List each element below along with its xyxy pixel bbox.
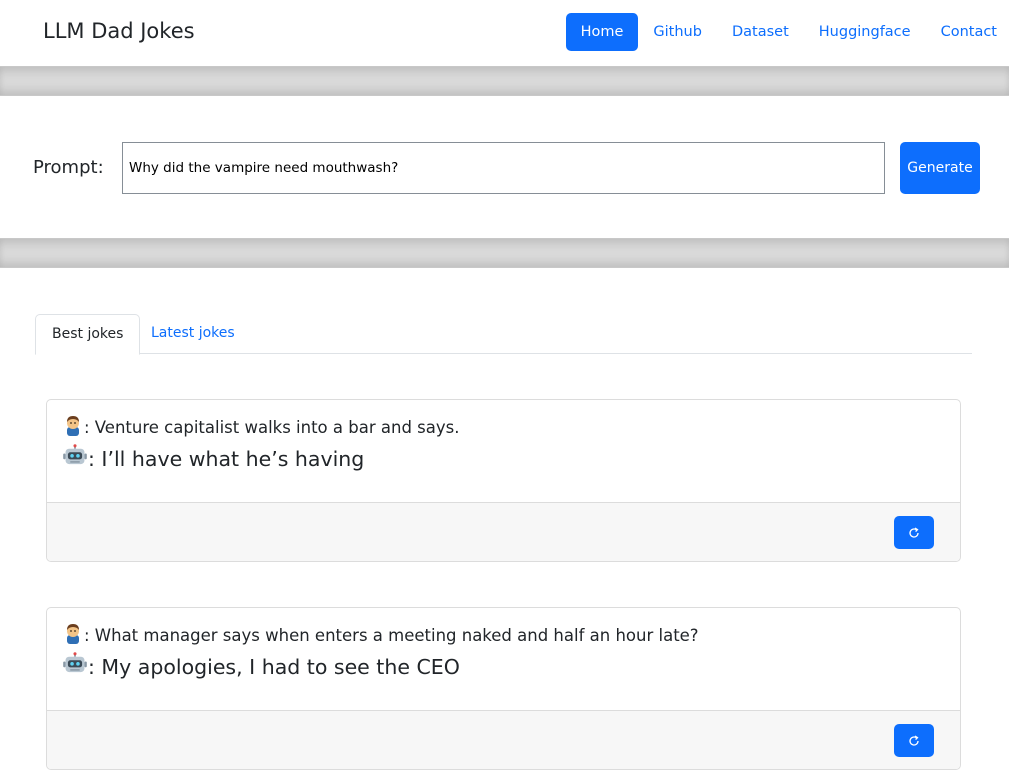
prompt-label: Prompt: [33, 157, 104, 178]
nav-github[interactable]: Github [638, 13, 717, 51]
nav-menu: Home Github Dataset Huggingface Contact [565, 13, 1009, 51]
refresh-icon [909, 526, 919, 538]
joke-answer: : I’ll have what he’s having [62, 444, 364, 473]
nav-huggingface[interactable]: Huggingface [804, 13, 926, 51]
joke-question: : Venture capitalist walks into a bar an… [62, 414, 459, 439]
tab-latest-jokes[interactable]: Latest jokes [135, 314, 251, 354]
joke-answer-text: : I’ll have what he’s having [88, 447, 365, 471]
robot-emoji-icon [63, 444, 87, 465]
jokes-tabs: Best jokes Latest jokes [35, 314, 972, 355]
bottom-divider-band [0, 238, 1009, 268]
robot-emoji-icon [63, 652, 87, 673]
joke-card: : What manager says when enters a meetin… [46, 607, 961, 770]
brand-title[interactable]: LLM Dad Jokes [43, 17, 195, 45]
joke-card-footer [47, 710, 960, 769]
prompt-input[interactable] [122, 142, 885, 194]
top-divider-band [0, 66, 1009, 96]
joke-question-text: : Venture capitalist walks into a bar an… [84, 418, 460, 437]
joke-card-body: : Venture capitalist walks into a bar an… [47, 400, 960, 502]
generate-button[interactable]: Generate [900, 142, 980, 194]
nav-contact[interactable]: Contact [926, 13, 1009, 51]
man-emoji-icon [67, 624, 79, 644]
joke-answer: : My apologies, I had to see the CEO [62, 652, 460, 681]
joke-card-body: : What manager says when enters a meetin… [47, 608, 960, 710]
refresh-button[interactable] [894, 516, 934, 549]
joke-card: : Venture capitalist walks into a bar an… [46, 399, 961, 562]
joke-answer-text: : My apologies, I had to see the CEO [88, 655, 460, 679]
joke-question-text: : What manager says when enters a meetin… [84, 626, 699, 645]
joke-card-footer [47, 502, 960, 561]
nav-home[interactable]: Home [565, 13, 639, 51]
man-emoji-icon [67, 416, 79, 436]
navbar: LLM Dad Jokes Home Github Dataset Huggin… [0, 0, 1009, 66]
refresh-button[interactable] [894, 724, 934, 757]
tab-best-jokes[interactable]: Best jokes [35, 314, 141, 355]
refresh-icon [909, 734, 919, 746]
nav-dataset[interactable]: Dataset [717, 13, 804, 51]
joke-question: : What manager says when enters a meetin… [62, 622, 699, 647]
